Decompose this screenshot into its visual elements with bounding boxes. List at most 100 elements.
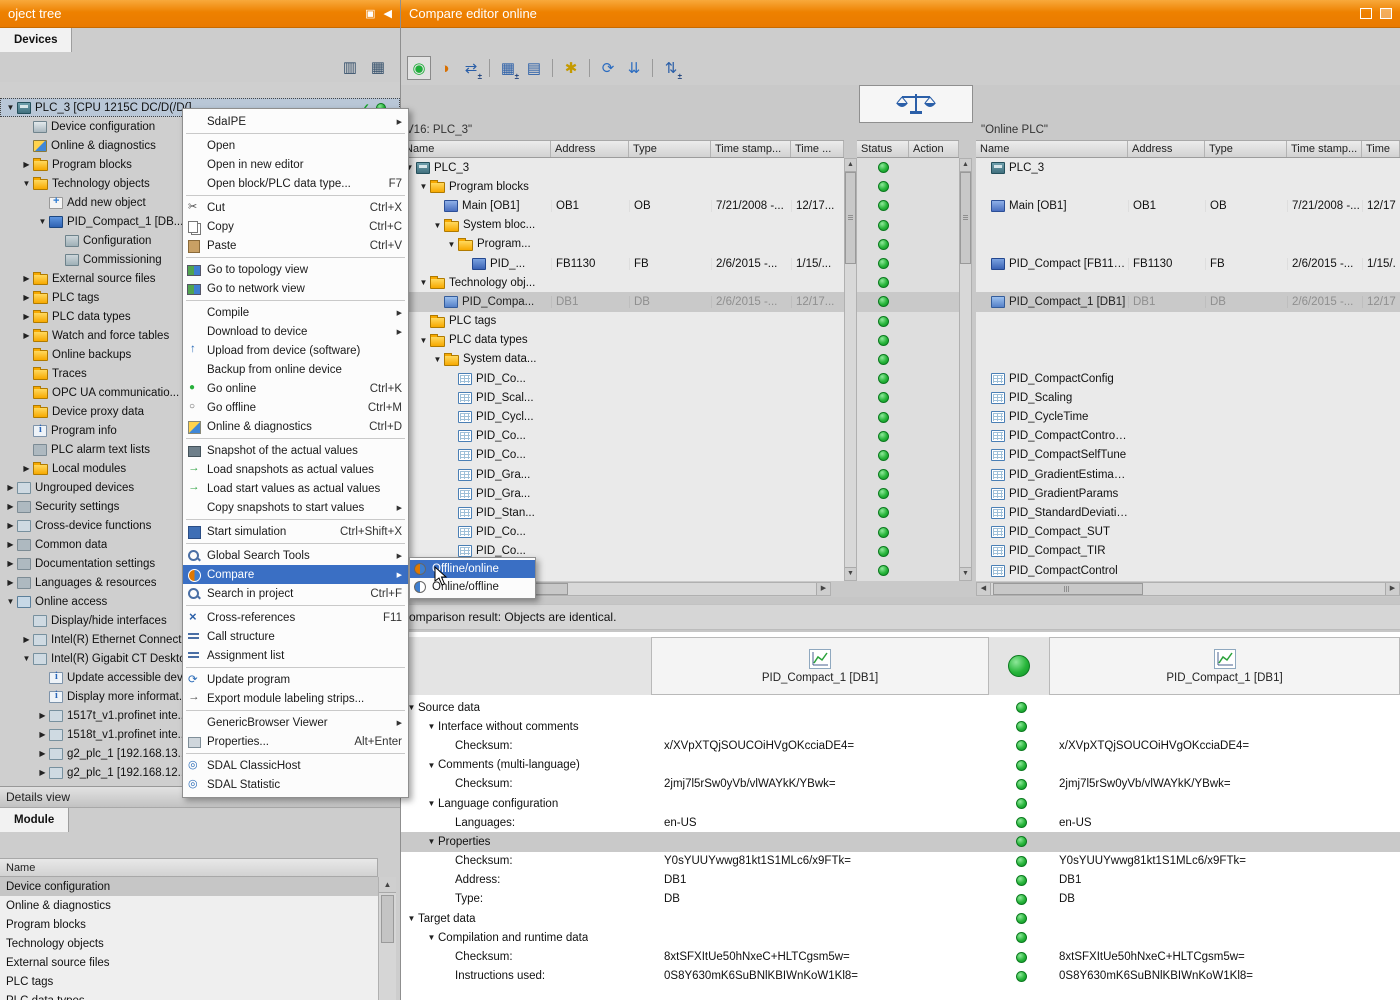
offline-online-comparison-button[interactable]: ◑	[433, 56, 457, 80]
maximize-window-icon[interactable]	[1380, 8, 1392, 19]
collapse-icon[interactable]: ▼	[417, 182, 430, 191]
expand-icon[interactable]: ▶	[4, 483, 17, 492]
tab-module[interactable]: Module	[0, 808, 69, 832]
property-row-address[interactable]: Address:DB1DB1	[401, 871, 1400, 890]
column-header-type[interactable]: Type	[1205, 141, 1287, 157]
collapse-icon[interactable]: ▼	[425, 722, 438, 731]
scroll-right-icon[interactable]: ▶	[1385, 583, 1399, 595]
menu-item-update-program[interactable]: Update program	[183, 670, 408, 689]
expand-collapse-view-button[interactable]: ▦	[366, 55, 390, 79]
property-row-checksum[interactable]: Checksum:x/XVpXTQjSOUCOiHVgOKcciaDE4=x/X…	[401, 736, 1400, 755]
property-row-checksum[interactable]: Checksum:8xtSFXItUe50hNxeC+HLTCgsm5w=8xt…	[401, 947, 1400, 966]
compare-row-pid-gradientparams[interactable]: PID_GradientParams	[976, 484, 1400, 503]
offline-vertical-scrollbar[interactable]: ▲ ▼	[844, 158, 857, 581]
menu-item-go-offline[interactable]: Go offlineCtrl+M	[183, 398, 408, 417]
tab-devices[interactable]: Devices	[0, 28, 72, 52]
collapse-icon[interactable]: ▼	[20, 179, 33, 188]
compare-row-pid-compact-sut[interactable]: PID_Compact_SUT	[976, 523, 1400, 542]
list-view-button[interactable]: ▥	[338, 55, 362, 79]
menu-item-cut[interactable]: CutCtrl+X	[183, 198, 408, 217]
collapse-icon[interactable]: ▼	[4, 103, 17, 112]
menu-item-start-simulation[interactable]: Start simulationCtrl+Shift+X	[183, 522, 408, 541]
status-vertical-scrollbar[interactable]: ▲ ▼	[959, 158, 972, 581]
compare-row-main-ob1[interactable]: Main [OB1]OB1OB7/21/2008 -...12/17...	[401, 196, 844, 215]
refresh-comparison-button[interactable]: ⟳	[596, 56, 620, 80]
object-overview-button[interactable]: ▤	[522, 56, 546, 80]
synchronize-button[interactable]: ⇅±	[659, 56, 683, 80]
compare-row-pid-co[interactable]: PID_Co...	[401, 427, 844, 446]
expand-icon[interactable]: ▶	[4, 521, 17, 530]
expand-icon[interactable]: ▶	[20, 331, 33, 340]
menu-item-copy[interactable]: CopyCtrl+C	[183, 217, 408, 236]
expand-icon[interactable]: ▶	[20, 160, 33, 169]
compare-row-pid-cycl[interactable]: PID_Cycl...	[401, 407, 844, 426]
menu-item-open[interactable]: Open	[183, 136, 408, 155]
expand-icon[interactable]: ▶	[20, 464, 33, 473]
action-header[interactable]: Action	[909, 141, 959, 157]
compare-row-main-ob1[interactable]: Main [OB1]OB1OB7/21/2008 -...12/17	[976, 196, 1400, 215]
details-item-technology-objects[interactable]: Technology objects	[0, 934, 378, 953]
collapse-icon[interactable]: ▼	[431, 355, 444, 364]
compare-row-pid-compact-fb1130[interactable]: PID_Compact [FB1130]FB1130FB2/6/2015 -..…	[976, 254, 1400, 273]
expand-icon[interactable]: ▶	[36, 730, 49, 739]
expand-icon[interactable]: ▶	[20, 274, 33, 283]
menu-item-online-diagnostics[interactable]: Online & diagnosticsCtrl+D	[183, 417, 408, 436]
compare-row-pid-scal[interactable]: PID_Scal...	[401, 388, 844, 407]
online-horizontal-scrollbar[interactable]: ◀ ▶	[976, 582, 1400, 596]
menu-item-compare[interactable]: Compare▶	[183, 565, 408, 584]
menu-item-open-block-plc-data-type[interactable]: Open block/PLC data type...F7	[183, 174, 408, 193]
column-header-type[interactable]: Type	[629, 141, 711, 157]
compare-row-pid-co[interactable]: PID_Co...	[401, 369, 844, 388]
column-header-address[interactable]: Address	[1128, 141, 1205, 157]
menu-item-load-start-values-as-actual-values[interactable]: Load start values as actual values	[183, 479, 408, 498]
expand-icon[interactable]: ▶	[20, 635, 33, 644]
property-row-comments-multi-language[interactable]: ▼Comments (multi-language)	[401, 756, 1400, 775]
scroll-thumb[interactable]	[381, 895, 394, 943]
menu-item-properties[interactable]: Properties...Alt+Enter	[183, 732, 408, 751]
menu-item-sdal-statistic[interactable]: SDAL Statistic	[183, 775, 408, 794]
property-row-language-configuration[interactable]: ▼Language configuration	[401, 794, 1400, 813]
collapse-icon[interactable]: ▼	[425, 799, 438, 808]
collapse-icon[interactable]: ▼	[425, 761, 438, 770]
comparison-criteria-button[interactable]: ⇄±	[459, 56, 483, 80]
compare-row-pid-co[interactable]: PID_Co...	[401, 446, 844, 465]
compare-row-pid-cycletime[interactable]: PID_CycleTime	[976, 407, 1400, 426]
expand-icon[interactable]: ▶	[20, 293, 33, 302]
column-header-time-stamp[interactable]: Time stamp...	[1287, 141, 1362, 157]
compare-row-pid-compactcontrol[interactable]: PID_CompactControl	[976, 561, 1400, 580]
left-object-header[interactable]: PID_Compact_1 [DB1]	[651, 637, 989, 695]
compare-row-pid-compact-tir[interactable]: PID_Compact_TIR	[976, 542, 1400, 561]
compare-row-pid-compactcontrolp[interactable]: PID_CompactControlP...	[976, 427, 1400, 446]
compare-row-pid-compactconfig[interactable]: PID_CompactConfig	[976, 369, 1400, 388]
collapse-icon[interactable]: ▼	[405, 914, 418, 923]
property-row-compilation-and-runtime-data[interactable]: ▼Compilation and runtime data	[401, 928, 1400, 947]
menu-item-load-snapshots-as-actual-values[interactable]: Load snapshots as actual values	[183, 460, 408, 479]
details-item-external-source-files[interactable]: External source files	[0, 953, 378, 972]
expand-icon[interactable]: ▶	[36, 749, 49, 758]
compare-row-plc-3[interactable]: PLC_3	[976, 158, 1400, 177]
compare-row-pid-stan[interactable]: PID_Stan...	[401, 503, 844, 522]
property-row-instructions-used[interactable]: Instructions used:0S8Y630mK6SuBNlKBIWnKo…	[401, 967, 1400, 986]
compare-row-plc-3[interactable]: ▼PLC_3	[401, 158, 844, 177]
scroll-thumb[interactable]	[993, 583, 1143, 595]
compare-row-pid-compa[interactable]: PID_Compa...DB1DB2/6/2015 -...12/17...	[401, 292, 844, 311]
compare-row-program-blocks[interactable]: ▼Program blocks	[401, 177, 844, 196]
collapse-panel-icon[interactable]: ◀	[384, 7, 392, 20]
compare-row-pid-gra[interactable]: PID_Gra...	[401, 484, 844, 503]
menu-item-search-in-project[interactable]: Search in projectCtrl+F	[183, 584, 408, 603]
menu-item-snapshot-of-the-actual-values[interactable]: Snapshot of the actual values	[183, 441, 408, 460]
float-panel-icon[interactable]: ▣	[365, 7, 375, 20]
collapse-icon[interactable]: ▼	[36, 217, 49, 226]
right-object-header[interactable]: PID_Compact_1 [DB1]	[1049, 637, 1400, 695]
scroll-up-icon[interactable]: ▲	[379, 877, 396, 893]
property-row-type[interactable]: Type:DBDB	[401, 890, 1400, 909]
property-row-source-data[interactable]: ▼Source data	[401, 698, 1400, 717]
expand-icon[interactable]: ▶	[4, 502, 17, 511]
details-name-header[interactable]: Name	[0, 858, 378, 877]
scroll-thumb[interactable]	[845, 172, 856, 264]
details-item-program-blocks[interactable]: Program blocks	[0, 915, 378, 934]
collapse-icon[interactable]: ▼	[431, 221, 444, 230]
menu-item-sdal-classichost[interactable]: SDAL ClassicHost	[183, 756, 408, 775]
menu-item-sdaipe[interactable]: SdaIPE▶	[183, 112, 408, 131]
column-header-name[interactable]: Name	[976, 141, 1128, 157]
